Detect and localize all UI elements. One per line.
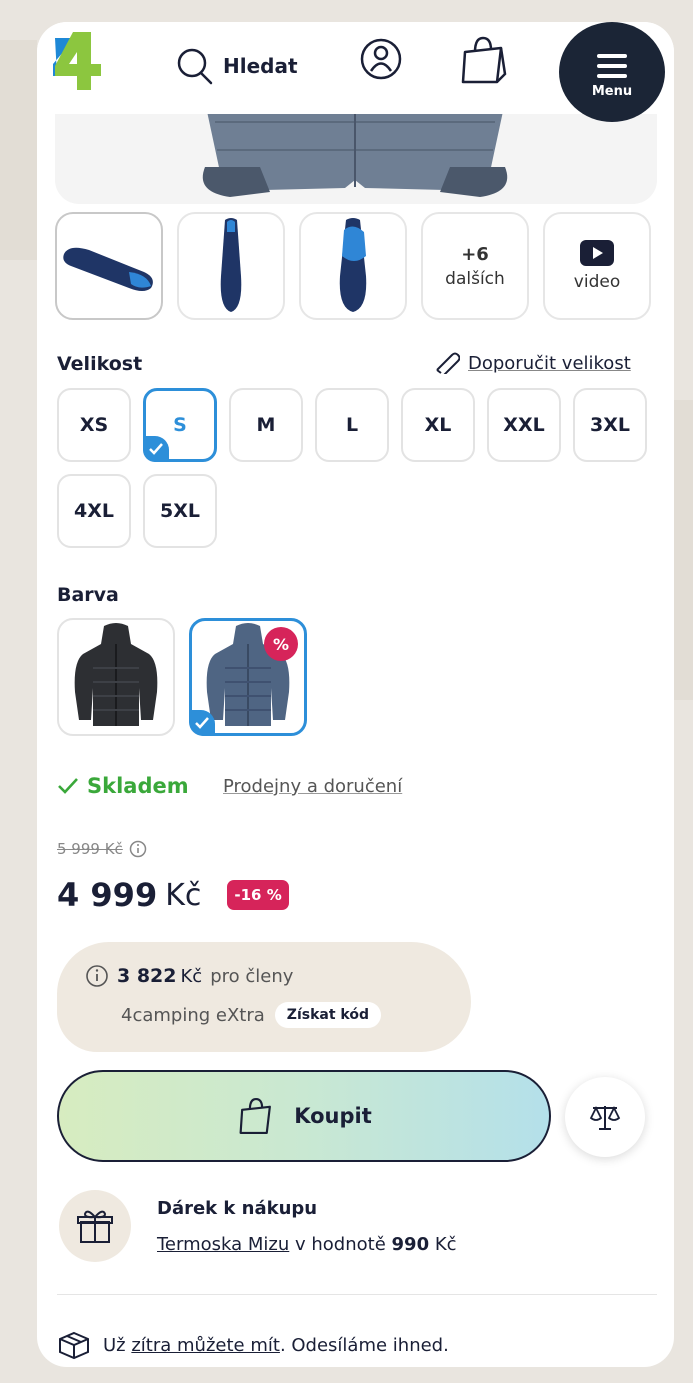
- info-icon[interactable]: [129, 840, 147, 858]
- size-option-l[interactable]: L: [315, 388, 389, 462]
- more-count: +6: [461, 243, 489, 265]
- user-icon: [360, 38, 402, 80]
- compare-button[interactable]: [565, 1077, 645, 1157]
- delivery-box-icon: [59, 1331, 89, 1360]
- user-account-button[interactable]: [359, 36, 403, 86]
- search-button[interactable]: Hledat: [175, 46, 298, 86]
- member-price-line: 3 822 Kč pro členy: [85, 964, 293, 988]
- size-option-4xl[interactable]: 4XL: [57, 474, 131, 548]
- thumbnail-3[interactable]: [299, 212, 407, 320]
- menu-label: Menu: [591, 83, 633, 99]
- size-text: 5XL: [160, 500, 200, 522]
- member-program: 4camping eXtra: [121, 1004, 265, 1026]
- video-button[interactable]: video: [543, 212, 651, 320]
- old-price-amount: 5 999 Kč: [57, 840, 123, 858]
- gift-icon: [77, 1210, 113, 1243]
- logo-4camping[interactable]: [45, 28, 107, 94]
- search-label: Hledat: [223, 54, 298, 78]
- gift-value: 990: [391, 1234, 430, 1255]
- phone-screen: Hledat Menu +6 dalších video Velikost Do…: [37, 22, 674, 1367]
- shipping-info: Už zítra můžete mít. Odesíláme ihned.: [57, 1330, 449, 1360]
- shopping-bag-icon: [239, 1097, 272, 1134]
- size-text: XXL: [503, 414, 545, 436]
- size-text: M: [256, 414, 276, 436]
- size-option-xs[interactable]: XS: [57, 388, 131, 462]
- gift-icon-wrap: [59, 1190, 131, 1262]
- color-options: %: [57, 618, 307, 736]
- ruler-icon: [436, 352, 460, 374]
- current-price: 4 999 Kč -16 %: [57, 876, 289, 914]
- size-options: XS S M L XL XXL 3XL 4XL 5XL: [57, 388, 657, 548]
- shopping-bag-icon: [461, 36, 507, 84]
- search-icon: [177, 48, 213, 85]
- gift-currency: Kč: [434, 1234, 457, 1255]
- play-icon: [580, 240, 614, 266]
- size-option-m[interactable]: M: [229, 388, 303, 462]
- info-icon[interactable]: [85, 964, 109, 988]
- divider: [57, 1294, 657, 1295]
- recommend-size-link[interactable]: Doporučit velikost: [434, 352, 631, 374]
- buy-label: Koupit: [294, 1104, 372, 1128]
- member-price: 3 822: [117, 965, 177, 987]
- selected-check-icon: [143, 436, 169, 462]
- size-text: XL: [424, 414, 452, 436]
- more-label: dalších: [445, 268, 505, 289]
- menu-button[interactable]: Menu: [559, 22, 665, 122]
- scale-icon: [589, 1105, 621, 1130]
- recommend-size-text: Doporučit velikost: [468, 352, 631, 374]
- hamburger-icon: [597, 53, 627, 78]
- size-label: Velikost: [57, 353, 143, 375]
- size-text: S: [173, 414, 187, 436]
- video-label: video: [573, 272, 621, 292]
- stock-status: Skladem: [57, 774, 189, 798]
- discount-badge: -16 %: [227, 880, 289, 910]
- size-option-xl[interactable]: XL: [401, 388, 475, 462]
- member-price-box: 3 822 Kč pro členy 4camping eXtra Získat…: [57, 942, 471, 1052]
- member-for-text: pro členy: [210, 965, 294, 987]
- cart-button[interactable]: [457, 34, 509, 90]
- gift-item-link[interactable]: Termoska Mizu: [157, 1234, 289, 1255]
- check-icon: [58, 778, 78, 794]
- old-price: 5 999 Kč: [57, 840, 147, 858]
- discount-dot: %: [264, 627, 298, 661]
- color-label: Barva: [57, 584, 119, 606]
- size-option-xxl[interactable]: XXL: [487, 388, 561, 462]
- more-images-button[interactable]: +6 dalších: [421, 212, 529, 320]
- thumbnail-1[interactable]: [55, 212, 163, 320]
- selected-check-icon: [189, 710, 215, 736]
- member-program-line: 4camping eXtra Získat kód: [121, 1002, 381, 1028]
- color-option-black[interactable]: [57, 618, 175, 736]
- stock-label: Skladem: [87, 774, 189, 798]
- member-currency: Kč: [180, 965, 203, 987]
- size-text: XS: [79, 414, 109, 436]
- shipping-link[interactable]: zítra můžete mít: [131, 1335, 280, 1356]
- size-option-s[interactable]: S: [143, 388, 217, 462]
- size-text: 4XL: [74, 500, 114, 522]
- gift-description: Termoska Mizu v hodnotě 990 Kč: [157, 1234, 457, 1255]
- gift-title: Dárek k nákupu: [157, 1198, 318, 1219]
- shipping-prefix: Už: [103, 1334, 126, 1356]
- price-amount: 4 999: [57, 876, 158, 914]
- gallery-thumbnails: +6 dalších video: [55, 212, 651, 320]
- price-currency: Kč: [165, 877, 202, 913]
- shipping-suffix: . Odesíláme ihned.: [279, 1334, 449, 1356]
- top-header: Hledat Menu: [37, 22, 674, 122]
- stores-delivery-link[interactable]: Prodejny a doručení: [223, 776, 402, 797]
- size-text: L: [345, 414, 359, 436]
- buy-button[interactable]: Koupit: [57, 1070, 551, 1162]
- thumbnail-2[interactable]: [177, 212, 285, 320]
- size-text: 3XL: [590, 414, 630, 436]
- size-option-5xl[interactable]: 5XL: [143, 474, 217, 548]
- gift-value-prefix: v hodnotě: [295, 1234, 386, 1255]
- size-option-3xl[interactable]: 3XL: [573, 388, 647, 462]
- color-option-blue[interactable]: %: [189, 618, 307, 736]
- get-code-button[interactable]: Získat kód: [274, 1002, 381, 1028]
